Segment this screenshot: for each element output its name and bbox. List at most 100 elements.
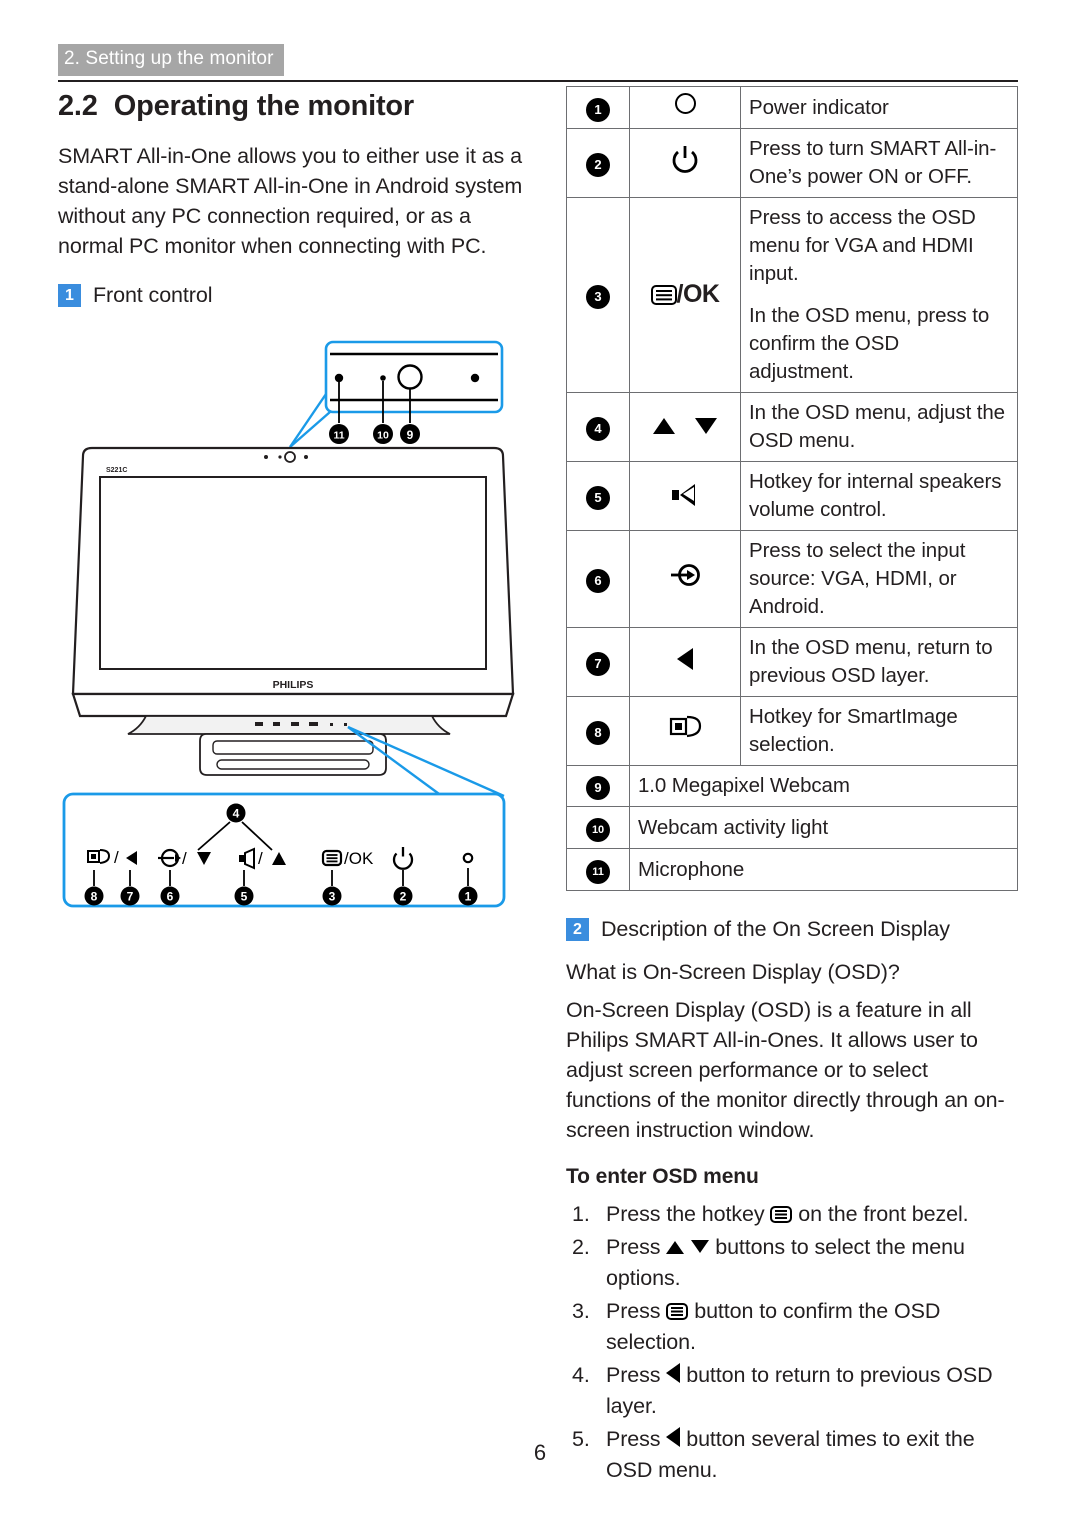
row-number-cell: 3 [566,197,630,393]
svg-text:11: 11 [333,430,344,442]
table-row: 10 Webcam activity light [566,806,1018,849]
osd-description-label: Description of the On Screen Display [601,917,950,941]
enter-osd-heading: To enter OSD menu [566,1165,759,1188]
row-desc-cell: Press to select the input source: VGA, H… [740,530,1018,628]
svg-text:5: 5 [241,890,248,904]
row-number-cell: 8 [566,696,630,766]
row-icon-cell [629,461,741,531]
table-row: 1 Power indicator [566,86,1018,129]
table-row: 2 Press to turn SMART All-in-One’s power… [566,128,1018,198]
front-control-badge: 1 [58,284,81,307]
monitor-model-label: S221C [106,467,127,474]
input-source-icon [671,564,700,586]
row-bullet: 2 [586,153,610,177]
left-arrow-icon [677,647,693,670]
table-row: 6 Press to select the input source: VGA,… [566,530,1018,628]
row-icon-cell [629,530,741,628]
row-icon-cell [629,627,741,697]
row-desc-cell: In the OSD menu, return to previous OSD … [740,627,1018,697]
philips-wordmark: PHILIPS [273,679,314,691]
left-column: 2.2 Operating the monitor SMART All-in-On… [58,82,528,914]
speaker-cone-inner [683,486,694,501]
chapter-tag: 2. Setting up the monitor [58,44,284,76]
svg-text:/: / [258,849,263,868]
osd-menu-icon [666,1303,689,1320]
row-icon-cell [629,86,741,129]
up-arrow-icon [653,418,676,434]
row-number-cell: 9 [566,765,630,807]
row-number-cell: 6 [566,530,630,628]
up-arrow-icon [666,1241,685,1254]
list-item: Press buttons to select the menu options… [566,1232,1018,1294]
speaker-bar [672,489,679,500]
row-bullet: 11 [586,860,610,884]
row-number-cell: 11 [566,848,630,891]
osd-ok-icon: /OK [650,280,720,308]
row-number-cell: 5 [566,461,630,531]
left-arrow-icon [666,1363,681,1383]
row-desc-cell: Webcam activity light [629,806,1018,849]
down-arrow-icon [691,1240,710,1253]
section-heading: Operating the monitor [113,90,415,122]
front-control-figure: 11 10 9 S221C PHILIPS 4 / / / /OK 8 7 6 … [58,324,528,914]
front-control-label: Front control [93,283,213,307]
row-number-cell: 2 [566,128,630,198]
row-bullet: 1 [586,97,610,122]
webcam-callout-box [324,340,504,414]
step-pre: Press [606,1299,667,1323]
smartimage-icon [669,715,702,738]
row-desc-cell: Press to turn SMART All-in-One’s power O… [740,128,1018,198]
table-row: 9 1.0 Megapixel Webcam [566,765,1018,807]
svg-text:/: / [182,849,187,868]
row-bullet: 3 [586,285,610,309]
front-control-table: 1 Power indicator 2 Press to turn SMART … [566,86,1018,891]
callout-number-bullets: 11 10 9 [329,424,420,444]
row-icon-cell [629,128,741,198]
osd-menu-icon [650,285,677,305]
row-desc-cell: Microphone [629,848,1018,891]
step-pre: Press the hotkey [606,1202,771,1226]
row-bullet: 7 [586,652,610,676]
monitor-diagram-svg: 11 10 9 S221C PHILIPS 4 / / / /OK 8 7 6 … [62,340,515,908]
table-row: 5 Hotkey for internal speakers volume co… [566,461,1018,531]
osd-description-heading: 2 Description of the On Screen Display [566,917,1018,942]
row-desc-cell: Hotkey for internal speakers volume cont… [740,461,1018,531]
front-control-heading: 1 Front control [58,283,528,308]
monitor-body: S221C PHILIPS [71,446,515,776]
row-desc-cell: Press to access the OSD menu for VGA and… [740,197,1018,393]
svg-text:1: 1 [465,890,472,904]
row-number-cell: 7 [566,627,630,697]
osd-question-body: On-Screen Display (OSD) is a feature in … [566,998,1005,1142]
list-item: Press the hotkey on the front bezel. [566,1199,1018,1230]
table-row: 3 /OK Press to access the OSD menu for V… [566,197,1018,393]
list-item: Press button to return to previous OSD l… [566,1360,1018,1422]
row-desc-line1: Press to access the OSD menu for VGA and… [749,206,976,285]
svg-text:3: 3 [329,890,336,904]
row-bullet: 8 [586,721,610,745]
row-number-cell: 4 [566,392,630,462]
svg-text:/OK: /OK [344,849,374,868]
row-bullet: 9 [586,776,610,800]
svg-text:9: 9 [407,428,414,442]
page-running-header: 2. Setting up the monitor [58,44,1018,82]
bezel-callout-box: 4 / / / /OK 8 7 6 5 3 2 1 [62,792,506,908]
svg-text:4: 4 [233,807,240,821]
row-icon-cell [629,696,741,766]
speaker-icon [670,482,700,508]
row-desc-cell: In the OSD menu, adjust the OSD menu. [740,392,1018,462]
row-bullet: 4 [586,417,610,441]
svg-text:10: 10 [377,430,389,442]
svg-text:6: 6 [167,890,174,904]
row-bullet: 10 [586,818,610,842]
table-row: 4 In the OSD menu, adjust the OSD menu. [566,392,1018,462]
table-row: 8 Hotkey for SmartImage selection. [566,696,1018,766]
down-arrow-icon [694,418,717,434]
list-item: Press button to confirm the OSD selectio… [566,1296,1018,1358]
row-number-cell: 1 [566,86,630,129]
row-icon-cell [629,392,741,462]
svg-text:/: / [114,848,119,867]
step-pre: Press [606,1235,667,1259]
step-post: on the front bezel. [792,1202,969,1226]
page-title: 2.2 Operating the monitor [58,90,528,123]
